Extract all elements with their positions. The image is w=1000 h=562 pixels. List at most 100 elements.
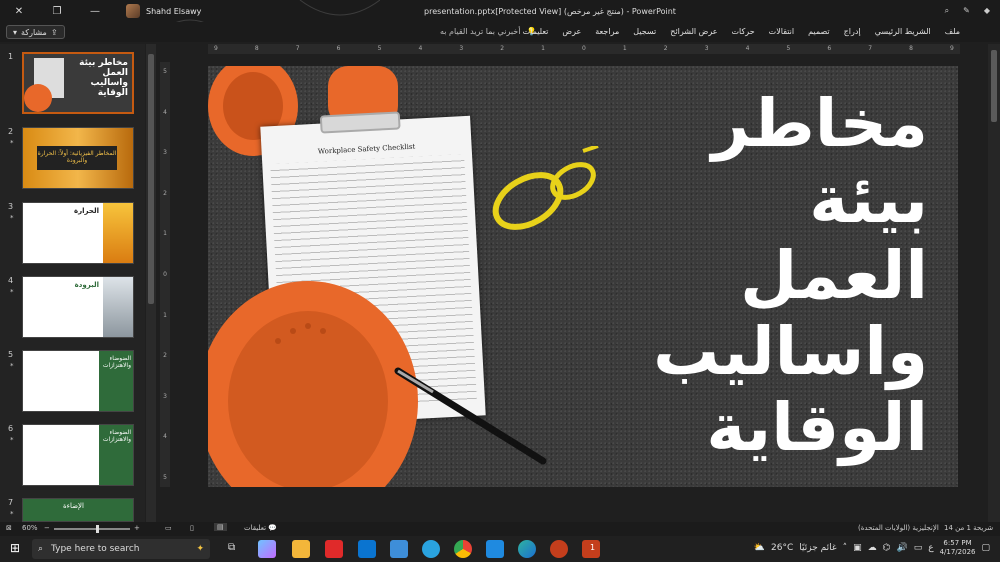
tab-review[interactable]: مراجعة [595,27,619,36]
weather-text[interactable]: غائم جزئيًا [799,543,836,553]
file-explorer-icon[interactable] [292,540,310,558]
youtube-icon[interactable] [325,540,343,558]
ruler-tick: 1 [622,45,627,52]
windows-start-icon[interactable]: ⊞ [10,541,20,555]
ruler-tick: 2 [500,45,505,52]
vertical-ruler: 5 4 3 2 1 0 1 2 3 4 5 [160,62,170,487]
battery-icon[interactable]: ▭ [914,543,923,553]
volume-icon[interactable]: 🔊 [896,543,907,553]
ruler-tick: 4 [418,45,423,52]
vscode-icon[interactable] [486,540,504,558]
ruler-tick: 7 [295,45,300,52]
normal-view-icon[interactable]: ▤ [214,523,227,531]
title-line: بيئة [809,161,928,238]
ruler-tick: 6 [827,45,832,52]
search-icon[interactable]: ⌕ [945,6,949,16]
thumbnail-slide-5[interactable]: 5 * الضوضاء والاهتزازات [4,350,144,412]
thumbnail-number: 4 [8,276,14,285]
edge-icon[interactable] [518,540,536,558]
thumbnail-image: الحرارة [22,202,134,264]
thumbnail-image: الإضاءة [22,498,134,522]
pen-image [394,367,547,465]
outlook-icon[interactable] [358,540,376,558]
thumbnails-scrollbar[interactable] [146,44,156,522]
share-button[interactable]: ▾ مشاركة ⇪ [6,25,65,39]
ruler-tick: 0 [163,270,167,278]
ruler-tick: 5 [786,45,791,52]
share-label: مشاركة [21,27,47,37]
telegram-icon[interactable] [422,540,440,558]
thumbnail-slide-2[interactable]: 2 * المخاطر الفيزيائية: أولاً: الحرارة و… [4,127,144,189]
fit-slide-icon[interactable]: ⊠ [6,524,12,532]
powerpoint-icon[interactable] [550,540,568,558]
tab-transitions[interactable]: انتقالات [769,27,794,36]
temperature[interactable]: 26°C [771,543,793,553]
powerpoint-notification-badge[interactable]: 1 [582,540,600,558]
diamond-icon[interactable]: ◆ [984,6,990,16]
thumbnail-slide-7[interactable]: 7 * الإضاءة [4,498,144,522]
zoom-slider[interactable] [54,525,130,533]
ruler-tick: 9 [950,45,954,52]
restore-window-icon[interactable]: ❐ [50,4,64,18]
thumbnail-slide-6[interactable]: 6 * الضوضاء والاهتزازات [4,424,144,486]
thumbnail-number: 6 [8,424,14,433]
tab-animations[interactable]: حركات [732,27,755,36]
ruler-tick: 5 [163,473,167,481]
network-icon[interactable]: ⌬ [883,543,891,553]
minimize-window-icon[interactable]: — [88,4,102,18]
chrome-icon[interactable] [454,540,472,558]
input-language[interactable]: ع [928,543,933,553]
ruler-tick: 5 [163,68,167,75]
ruler-tick: 1 [163,311,167,319]
thumbnail-slide-4[interactable]: 4 * البرودة [4,276,144,338]
copilot-icon[interactable] [258,540,276,558]
tab-insert[interactable]: إدراج [844,27,861,36]
meet-now-icon[interactable]: ▣ [853,543,862,553]
ruler-tick: 2 [163,189,167,197]
slide-canvas[interactable]: Workplace Safety Checklist مخاطر بيئة ال… [208,66,958,487]
reading-view-icon[interactable]: ▯ [190,524,194,532]
slide-thumbnails-pane: 1 مخاطر بيئة العمل واساليب الوقاية 2 * ا… [0,44,145,522]
tab-file[interactable]: ملف [945,27,960,36]
sun-image [103,203,133,263]
zoom-in-icon[interactable]: + [134,524,140,532]
chevron-up-icon[interactable]: ˄ [843,543,848,553]
thumbnail-slide-1[interactable]: 1 مخاطر بيئة العمل واساليب الوقاية [4,52,144,114]
ruler-tick: 8 [909,45,913,52]
scrollbar-thumb[interactable] [148,54,154,304]
onedrive-icon[interactable]: ☁ [868,543,877,553]
tab-help[interactable]: تعليمات [523,27,549,36]
chevron-down-icon: ▾ [13,27,18,37]
scrollbar-thumb[interactable] [991,50,997,122]
tab-slideshow[interactable]: عرض الشرائح [670,27,717,36]
store-icon[interactable] [390,540,408,558]
close-window-icon[interactable]: ✕ [12,4,26,18]
language-indicator[interactable]: الإنجليزية (الولايات المتحدة) [858,524,939,532]
tab-view[interactable]: عرض [562,27,581,36]
tab-home[interactable]: الشريط الرئيسي [875,27,931,36]
notes-label[interactable]: تعليقات [244,524,266,532]
notes-icon[interactable]: 💬 [268,524,277,532]
slideshow-view-icon[interactable]: ▭ [165,524,172,532]
slide-scrollbar[interactable] [988,44,1000,522]
tab-design[interactable]: تصميم [808,27,830,36]
zoom-slider-handle[interactable] [96,525,99,533]
share-icon: ⇪ [50,27,58,37]
clock[interactable]: 6:57 PM 4/17/2026 [940,539,976,557]
ruler-tick: 3 [459,45,464,52]
tab-record[interactable]: تسجيل [633,27,656,36]
taskbar-search[interactable]: ⌕ Type here to search ✦ [32,539,210,559]
zoom-out-icon[interactable]: − [44,524,50,532]
notifications-icon[interactable]: ▢ [981,543,990,553]
zoom-level[interactable]: 60% [22,524,38,532]
fog-image [103,277,133,337]
thumbnail-star: * [10,436,14,444]
task-view-icon[interactable]: ⧉ [226,540,244,558]
pen-icon[interactable]: ✎ [963,6,970,16]
thumbnail-title: الحرارة [74,207,99,215]
thumbnail-slide-3[interactable]: 3 * الحرارة [4,202,144,264]
weather-icon[interactable]: ⛅ [754,543,765,553]
slide-title[interactable]: مخاطر بيئة العمل واساليب الوقاية [588,86,928,466]
thumbnail-number: 1 [8,52,14,61]
thumbnail-number: 7 [8,498,14,507]
